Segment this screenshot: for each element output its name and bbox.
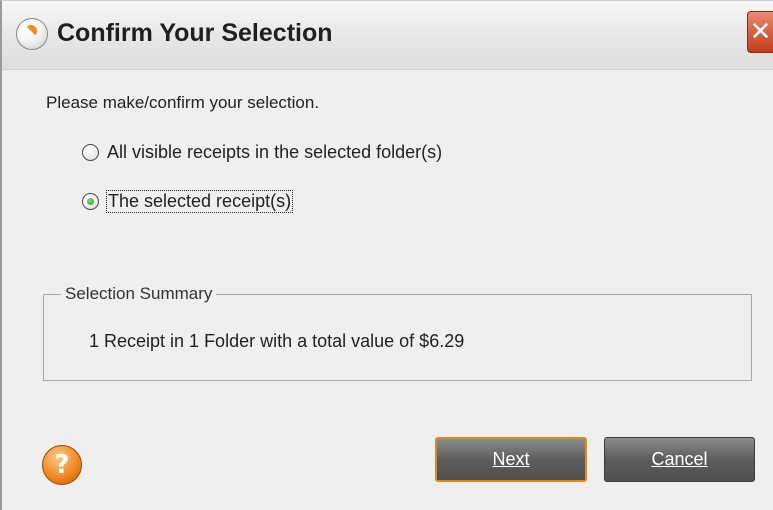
selection-summary-text: 1 Receipt in 1 Folder with a total value… bbox=[89, 331, 465, 351]
radio-all-visible-receipts[interactable] bbox=[82, 144, 99, 161]
app-logo-icon bbox=[16, 18, 48, 50]
title-bar: Confirm Your Selection ✕ bbox=[2, 1, 773, 70]
next-button[interactable]: Next bbox=[435, 437, 587, 482]
selection-summary-group: Selection Summary 1 Receipt in 1 Folder … bbox=[43, 284, 752, 381]
group-legend: Selection Summary bbox=[61, 284, 217, 304]
option-label: The selected receipt(s) bbox=[105, 190, 294, 213]
help-glyph: ? bbox=[54, 450, 70, 480]
option-all-visible-receipts[interactable]: All visible receipts in the selected fol… bbox=[82, 142, 442, 163]
confirm-selection-dialog: Confirm Your Selection ✕ Please make/con… bbox=[0, 0, 773, 510]
selection-prompt: Please make/confirm your selection. bbox=[46, 93, 320, 112]
option-selected-receipts[interactable]: The selected receipt(s) bbox=[82, 190, 294, 213]
next-button-label: Next bbox=[492, 449, 530, 469]
dialog-title: Confirm Your Selection bbox=[57, 19, 333, 47]
option-label: All visible receipts in the selected fol… bbox=[107, 142, 443, 162]
help-icon[interactable]: ? bbox=[42, 445, 82, 485]
close-icon: ✕ bbox=[749, 17, 772, 47]
cancel-button-label: Cancel bbox=[651, 449, 708, 469]
close-button[interactable]: ✕ bbox=[747, 11, 773, 53]
radio-selected-receipts[interactable] bbox=[82, 193, 99, 210]
cancel-button[interactable]: Cancel bbox=[604, 437, 755, 482]
